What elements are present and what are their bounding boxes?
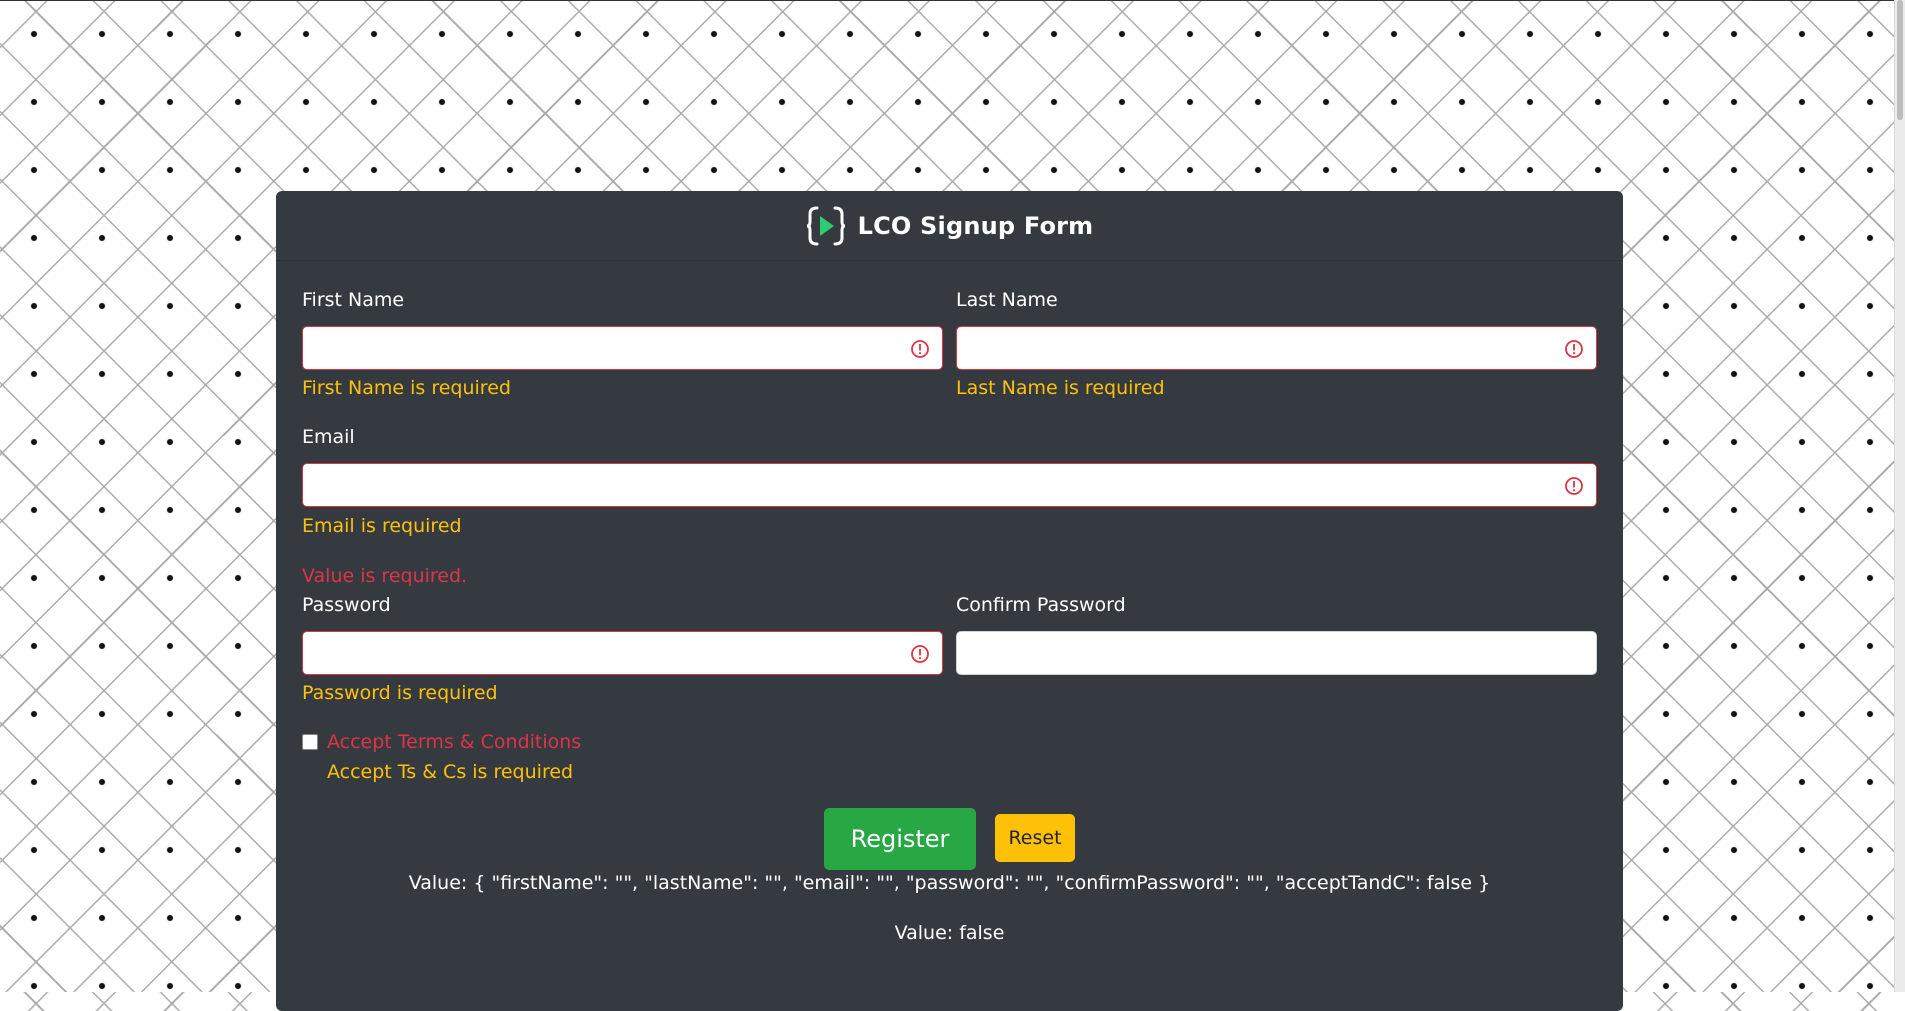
email-input[interactable]: [302, 463, 1597, 507]
terms-checkbox[interactable]: [302, 734, 318, 750]
signup-card: LCO Signup Form First Name First Name is…: [276, 191, 1623, 1011]
form-valid-readout: Value: false: [894, 922, 1005, 944]
last-name-error: Last Name is required: [956, 377, 1165, 399]
terms-error: Accept Ts & Cs is required: [327, 761, 574, 783]
error-circle-icon: [910, 339, 930, 359]
error-circle-icon: [1564, 476, 1584, 496]
card-header: LCO Signup Form: [276, 191, 1623, 261]
first-name-input[interactable]: [302, 326, 943, 370]
last-name-label: Last Name: [956, 289, 1058, 311]
error-circle-icon: [1564, 339, 1584, 359]
password-input[interactable]: [302, 631, 943, 675]
page-scrollbar[interactable]: [1894, 0, 1905, 992]
first-name-error: First Name is required: [302, 377, 511, 399]
window-top-border: [0, 0, 1905, 1]
email-label: Email: [302, 426, 355, 448]
first-name-label: First Name: [302, 289, 405, 311]
scrollbar-thumb[interactable]: [1897, 0, 1903, 120]
password-group-error: Value is required.: [302, 565, 468, 587]
email-error: Email is required: [302, 515, 462, 537]
last-name-input[interactable]: [956, 326, 1597, 370]
register-button[interactable]: Register: [824, 808, 976, 870]
password-label: Password: [302, 594, 391, 616]
error-circle-icon: [910, 644, 930, 664]
form-value-readout: Value: { "firstName": "", "lastName": ""…: [408, 872, 1491, 894]
terms-label[interactable]: Accept Terms & Conditions: [327, 731, 581, 753]
page-title: LCO Signup Form: [857, 211, 1094, 240]
confirm-password-input[interactable]: [956, 631, 1597, 675]
confirm-password-label: Confirm Password: [956, 594, 1126, 616]
reset-button[interactable]: Reset: [995, 814, 1075, 862]
play-brackets-logo-icon: [806, 204, 846, 248]
password-error: Password is required: [302, 682, 498, 704]
